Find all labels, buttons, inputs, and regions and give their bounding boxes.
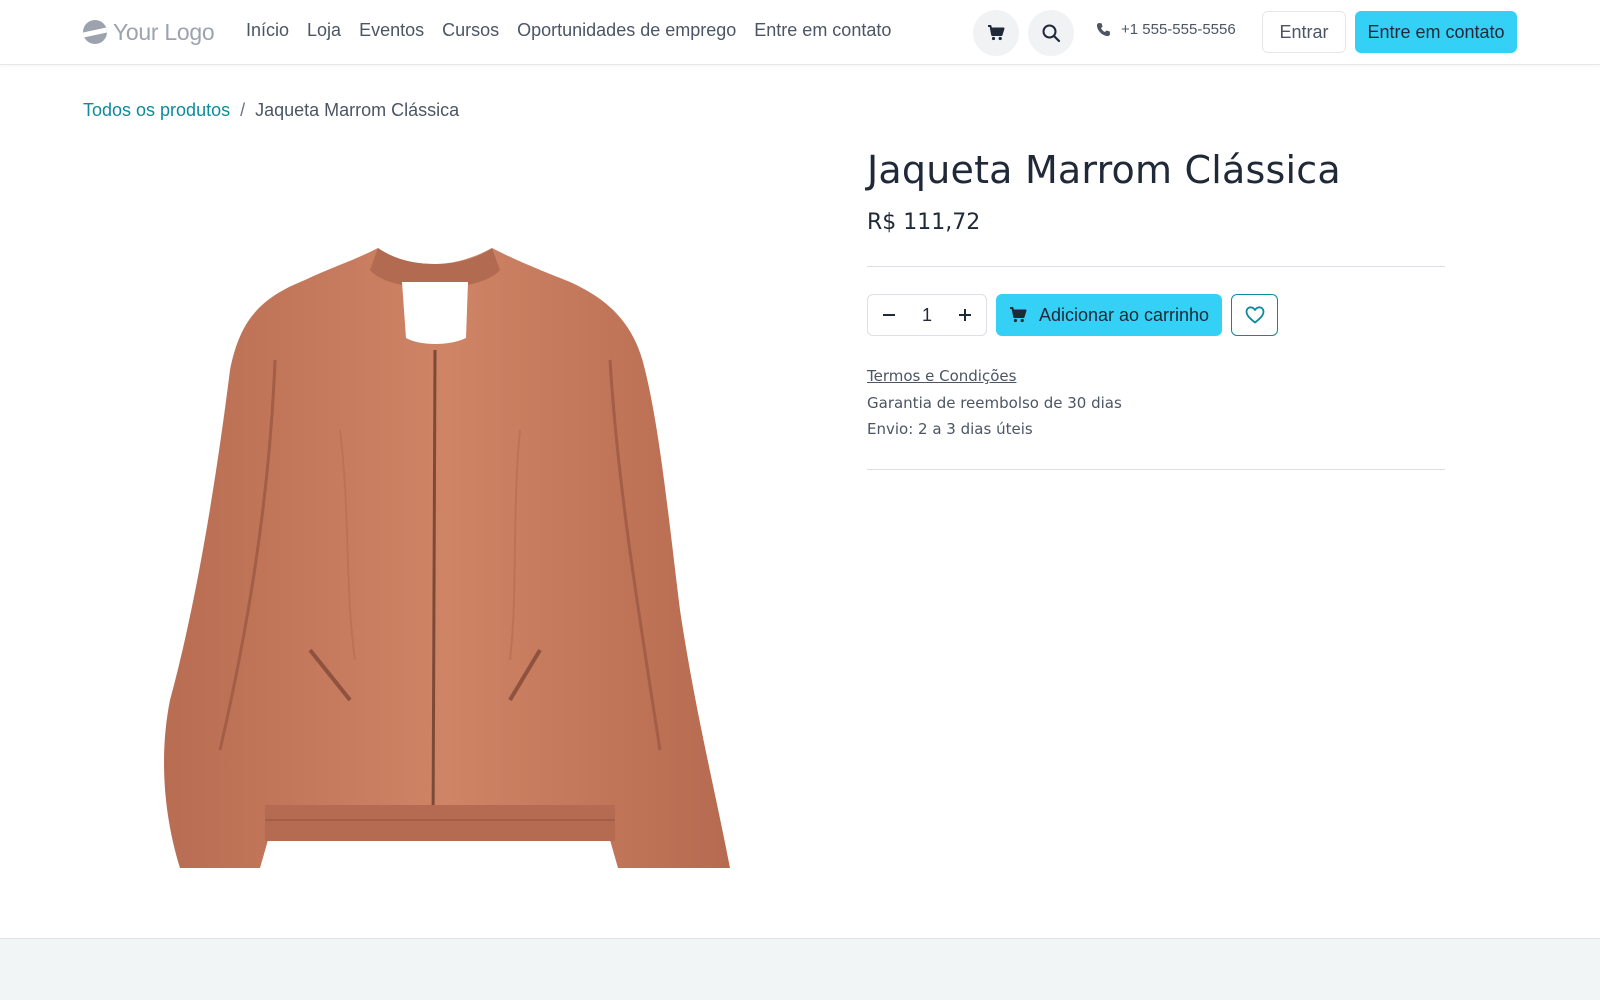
divider bbox=[867, 266, 1445, 267]
nav-item-eventos[interactable]: Eventos bbox=[359, 20, 424, 41]
login-button[interactable]: Entrar bbox=[1262, 11, 1346, 53]
quantity-stepper: 1 bbox=[867, 294, 987, 336]
breadcrumb-link-all-products[interactable]: Todos os produtos bbox=[83, 100, 230, 121]
nav-item-cursos[interactable]: Cursos bbox=[442, 20, 499, 41]
footer bbox=[0, 938, 1600, 1000]
cart-icon bbox=[1009, 307, 1027, 323]
logo-text: Your Logo bbox=[113, 18, 215, 45]
minus-icon bbox=[883, 314, 895, 316]
breadcrumb-current: Jaqueta Marrom Clássica bbox=[255, 100, 460, 120]
logo-mark-icon bbox=[83, 20, 107, 44]
cart-icon bbox=[988, 25, 1005, 41]
contact-button[interactable]: Entre em contato bbox=[1355, 11, 1517, 53]
phone-contact[interactable]: +1 555-555-5556 bbox=[1096, 21, 1236, 38]
add-to-cart-button[interactable]: Adicionar ao carrinho bbox=[996, 294, 1222, 336]
jacket-image bbox=[164, 248, 730, 868]
add-to-cart-label: Adicionar ao carrinho bbox=[1038, 304, 1210, 325]
breadcrumb: Todos os produtos / Jaqueta Marrom Cláss… bbox=[83, 100, 459, 121]
phone-icon bbox=[1096, 22, 1111, 37]
nav-item-jobs[interactable]: Oportunidades de emprego bbox=[517, 20, 736, 41]
plus-icon bbox=[958, 309, 971, 321]
logo[interactable]: Your Logo bbox=[83, 18, 215, 46]
divider bbox=[867, 469, 1445, 470]
product-price: R$ 111,72 bbox=[867, 210, 981, 235]
cart-button[interactable] bbox=[973, 10, 1019, 56]
decrease-quantity-button[interactable] bbox=[878, 304, 900, 326]
shipping-text: Envio: 2 a 3 dias úteis bbox=[867, 420, 1033, 438]
phone-number: +1 555-555-5556 bbox=[1121, 21, 1236, 38]
product-image[interactable] bbox=[140, 230, 740, 868]
quantity-input[interactable]: 1 bbox=[922, 305, 932, 326]
site-header: Your Logo Início Loja Eventos Cursos Opo… bbox=[0, 0, 1600, 65]
nav-item-inicio[interactable]: Início bbox=[246, 20, 289, 41]
nav-item-contact[interactable]: Entre em contato bbox=[754, 20, 891, 41]
search-button[interactable] bbox=[1028, 10, 1074, 56]
wishlist-button[interactable] bbox=[1231, 294, 1278, 336]
terms-link[interactable]: Termos e Condições bbox=[867, 367, 1016, 385]
main-nav: Início Loja Eventos Cursos Oportunidades… bbox=[246, 20, 891, 41]
increase-quantity-button[interactable] bbox=[954, 304, 976, 326]
product-title: Jaqueta Marrom Clássica bbox=[867, 148, 1341, 192]
guarantee-text: Garantia de reembolso de 30 dias bbox=[867, 394, 1122, 412]
search-icon bbox=[1042, 24, 1061, 43]
breadcrumb-separator: / bbox=[240, 100, 246, 120]
heart-icon bbox=[1245, 306, 1264, 324]
nav-item-loja[interactable]: Loja bbox=[307, 20, 341, 41]
